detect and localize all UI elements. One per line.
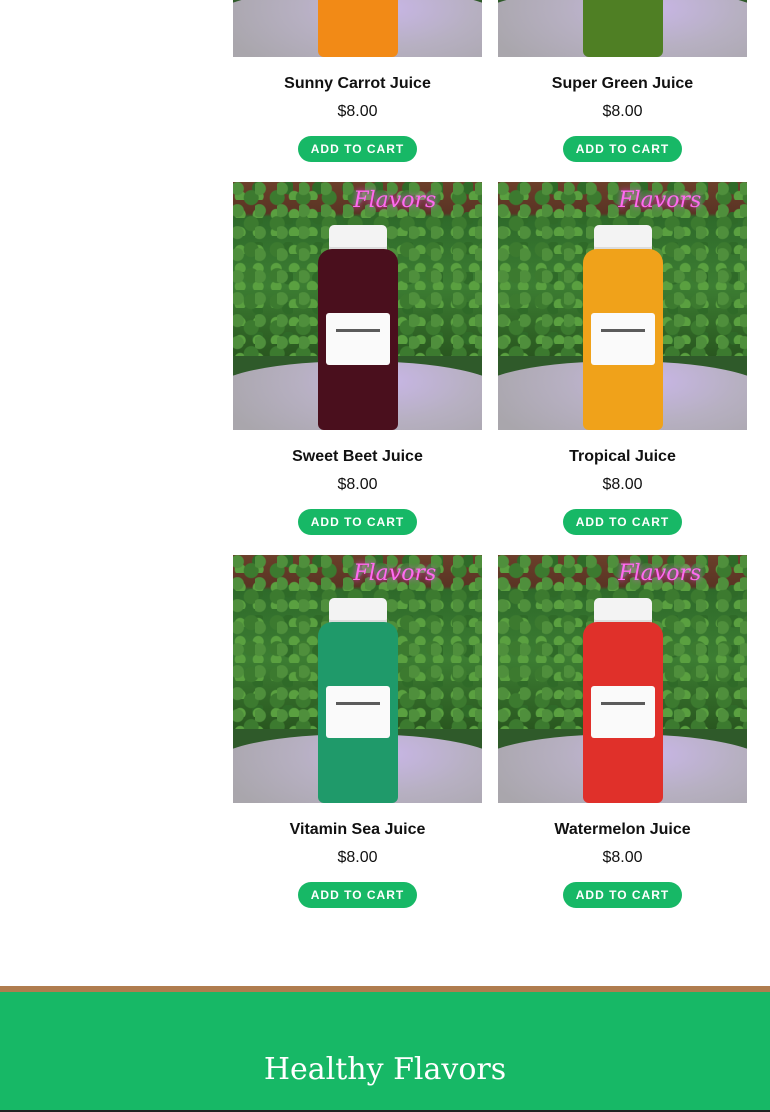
product-title[interactable]: Watermelon Juice <box>498 820 747 840</box>
footer: Healthy Flavors <box>0 992 770 1110</box>
add-to-cart-button[interactable]: ADD TO CART <box>563 509 682 535</box>
add-to-cart-button[interactable]: ADD TO CART <box>298 882 417 908</box>
product-card: Super Green Juice $8.00 ADD TO CART <box>498 0 747 162</box>
product-price: $8.00 <box>337 476 378 493</box>
footer-brand[interactable]: Healthy Flavors <box>0 1052 770 1087</box>
juice-bottle <box>317 0 398 57</box>
bottle-label <box>325 686 390 738</box>
product-card: Flavors Tropical Juice $8.00 ADD TO CART <box>498 182 747 535</box>
add-to-cart-button[interactable]: ADD TO CART <box>298 136 417 162</box>
bottle-cap <box>593 225 652 251</box>
product-card: Flavors Watermelon Juice $8.00 ADD TO CA… <box>498 555 747 908</box>
bottle-body <box>582 0 663 57</box>
bottle-cap <box>593 598 652 624</box>
product-card: Flavors Sweet Beet Juice $8.00 ADD TO CA… <box>233 182 482 535</box>
neon-sign: Flavors <box>618 561 702 586</box>
bottle-label <box>590 313 655 365</box>
bottle-cap <box>328 598 387 624</box>
juice-bottle <box>317 225 398 430</box>
bottle-label <box>590 686 655 738</box>
juice-bottle <box>582 225 663 430</box>
product-price: $8.00 <box>337 849 378 866</box>
bottle-body <box>317 0 398 57</box>
product-image[interactable]: Flavors <box>498 182 747 430</box>
product-image[interactable] <box>498 0 747 57</box>
bottle-label <box>325 313 390 365</box>
neon-sign: Flavors <box>618 188 702 213</box>
product-title[interactable]: Sweet Beet Juice <box>233 447 482 467</box>
juice-bottle <box>582 598 663 803</box>
product-title[interactable]: Sunny Carrot Juice <box>233 74 482 94</box>
product-title[interactable]: Vitamin Sea Juice <box>233 820 482 840</box>
neon-sign: Flavors <box>353 188 437 213</box>
product-card: Sunny Carrot Juice $8.00 ADD TO CART <box>233 0 482 162</box>
product-image[interactable]: Flavors <box>233 555 482 803</box>
product-title[interactable]: Tropical Juice <box>498 447 747 467</box>
neon-sign: Flavors <box>353 561 437 586</box>
product-image[interactable]: Flavors <box>498 555 747 803</box>
juice-bottle <box>317 598 398 803</box>
product-image[interactable]: Flavors <box>233 182 482 430</box>
product-title[interactable]: Super Green Juice <box>498 74 747 94</box>
add-to-cart-button[interactable]: ADD TO CART <box>563 882 682 908</box>
bottle-cap <box>328 225 387 251</box>
product-price: $8.00 <box>337 103 378 120</box>
product-card: Flavors Vitamin Sea Juice $8.00 ADD TO C… <box>233 555 482 908</box>
product-price: $8.00 <box>602 849 643 866</box>
product-image[interactable] <box>233 0 482 57</box>
add-to-cart-button[interactable]: ADD TO CART <box>298 509 417 535</box>
product-price: $8.00 <box>602 476 643 493</box>
add-to-cart-button[interactable]: ADD TO CART <box>563 136 682 162</box>
juice-bottle <box>582 0 663 57</box>
product-price: $8.00 <box>602 103 643 120</box>
